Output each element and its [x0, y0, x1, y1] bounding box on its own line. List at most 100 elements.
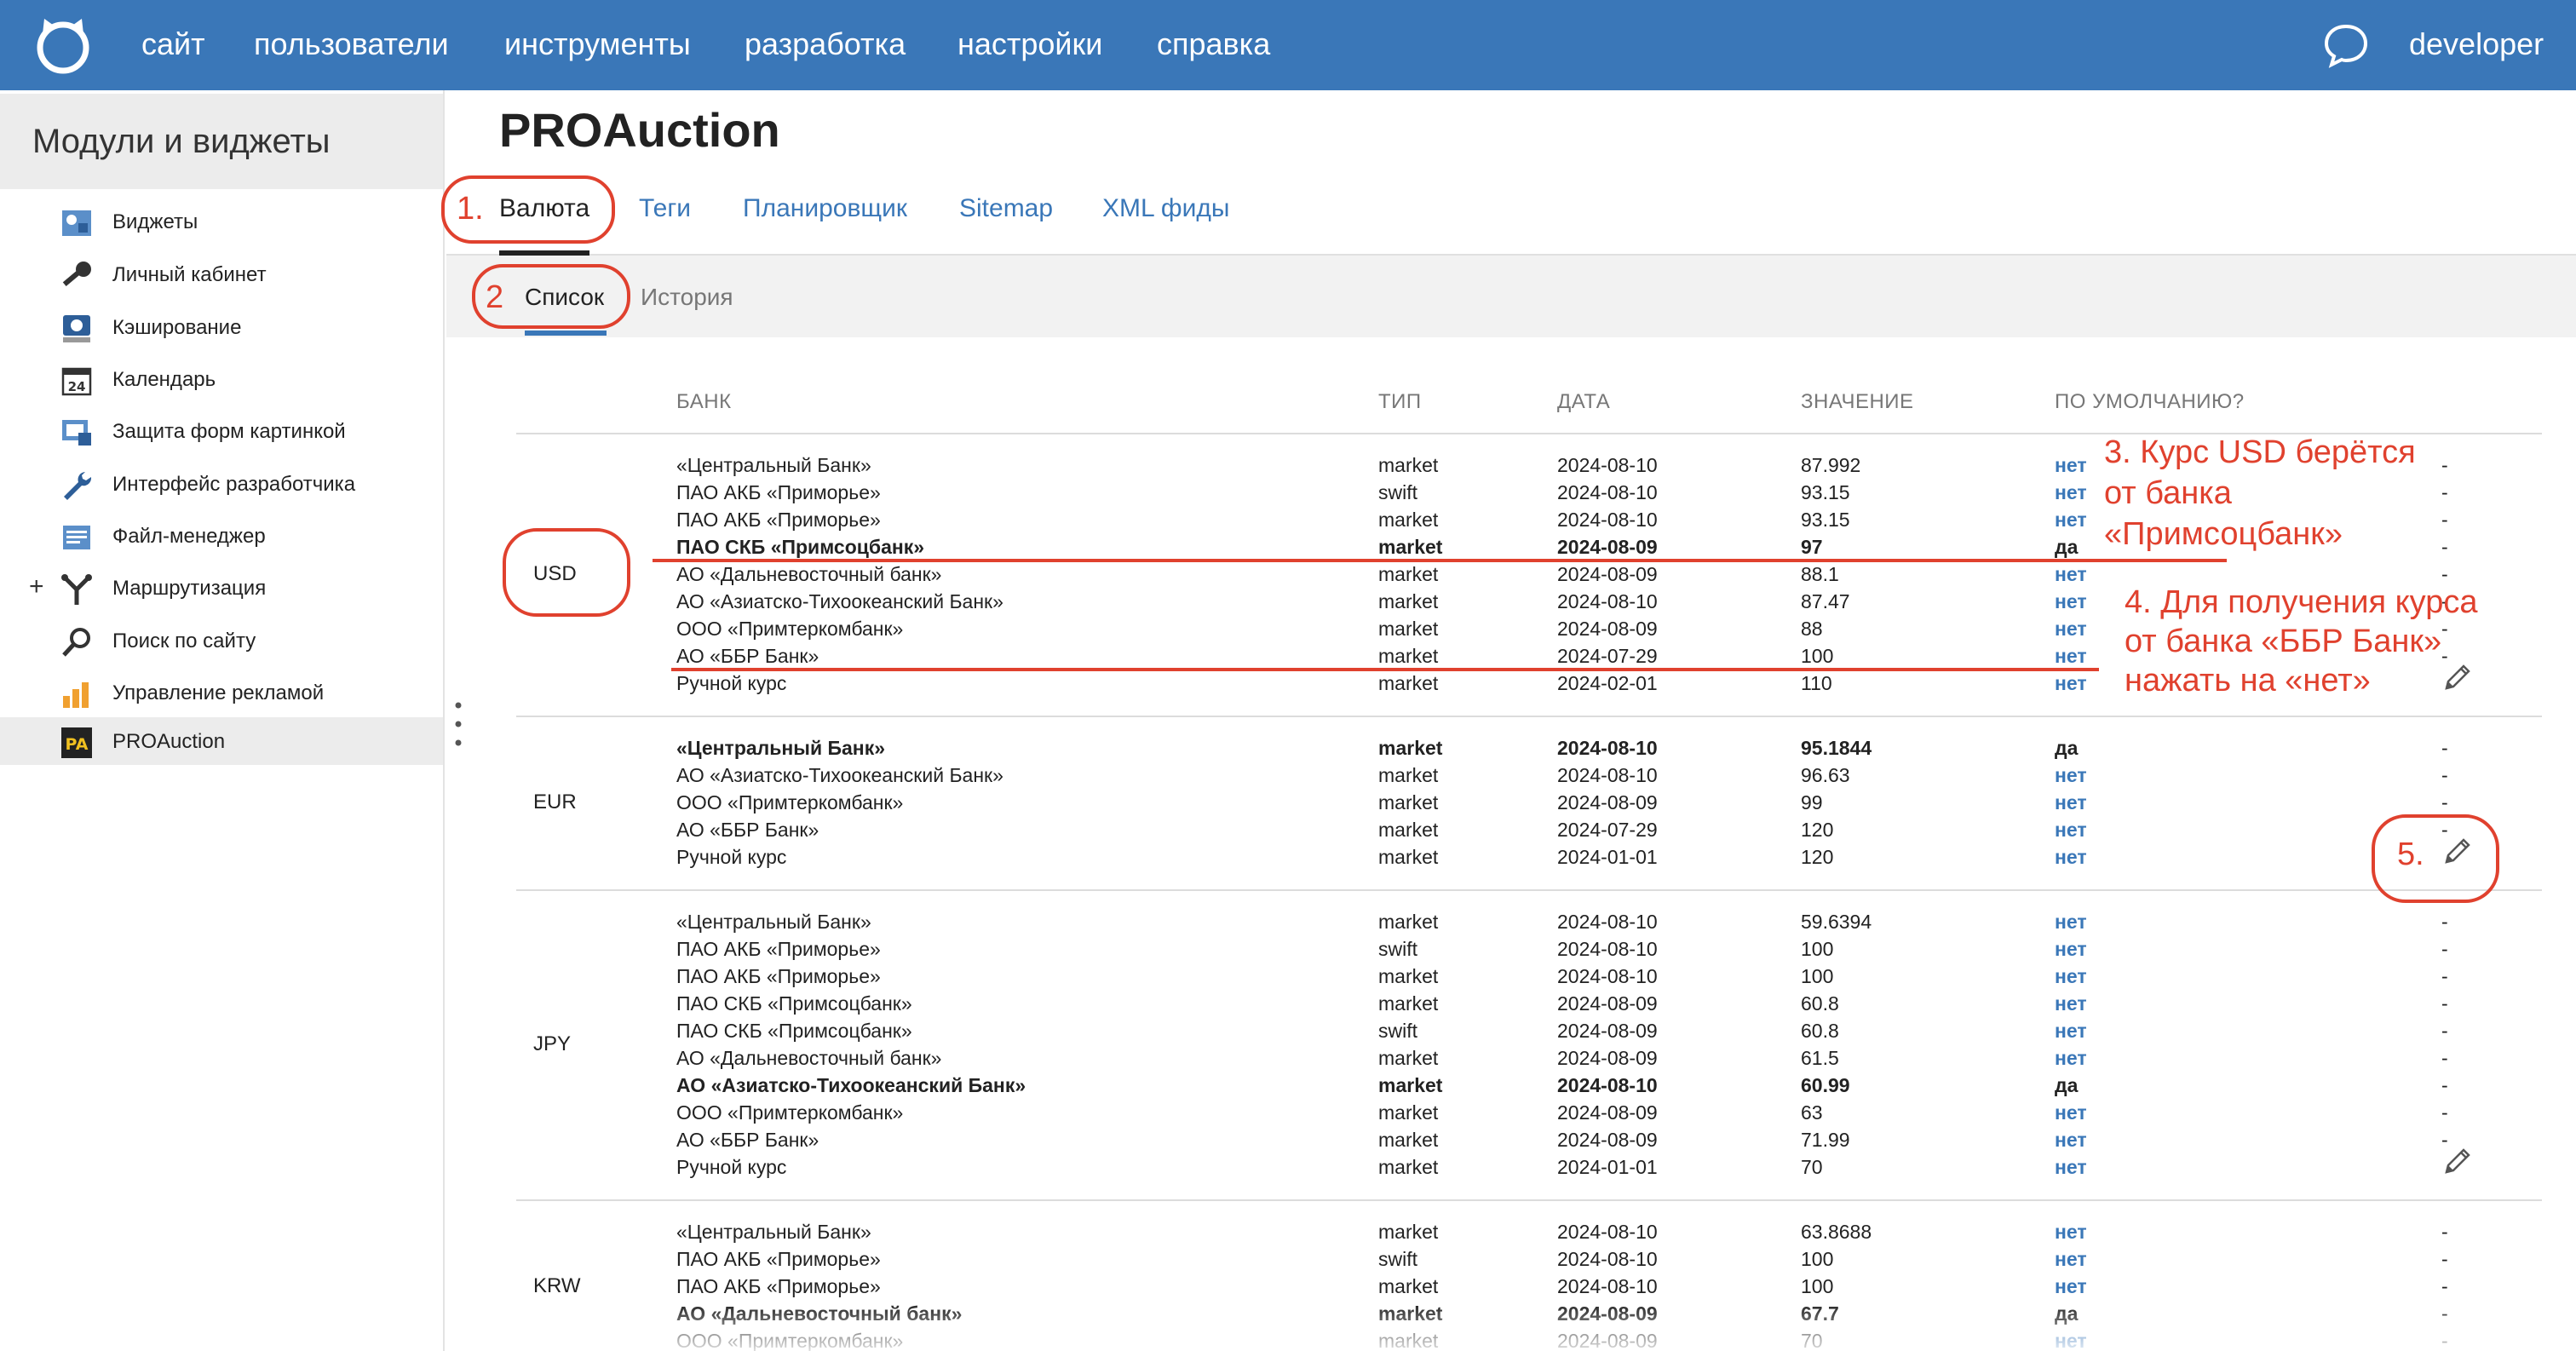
nav-users[interactable]: пользователи: [254, 26, 449, 63]
default-toggle[interactable]: нет: [2055, 1273, 2087, 1300]
annotation-circle-edit: [2372, 814, 2499, 903]
bank-cell: АО «Дальневосточный банк»: [676, 563, 942, 585]
sidebar-item-caching[interactable]: Кэширование: [0, 303, 443, 351]
default-toggle[interactable]: нет: [2055, 479, 2087, 506]
default-toggle[interactable]: нет: [2055, 506, 2087, 533]
nav-help[interactable]: справка: [1157, 26, 1270, 63]
value-cell: 100: [1801, 1248, 1834, 1270]
default-toggle[interactable]: нет: [2055, 843, 2087, 871]
sidebar-item-widgets[interactable]: Виджеты: [0, 198, 443, 245]
bank-cell: «Центральный Банк»: [676, 911, 871, 933]
default-toggle[interactable]: нет: [2055, 908, 2087, 935]
default-toggle[interactable]: нет: [2055, 615, 2087, 642]
bank-cell: ПАО АКБ «Приморье»: [676, 1248, 881, 1270]
subtab-history[interactable]: История: [641, 283, 733, 312]
expand-icon[interactable]: +: [29, 572, 44, 601]
default-toggle[interactable]: нет: [2055, 789, 2087, 816]
date-cell: 2024-08-10: [1557, 938, 1658, 960]
default-toggle[interactable]: нет: [2055, 935, 2087, 963]
sidebar-item-routing[interactable]: + Маршрутизация: [0, 564, 443, 612]
tab-xml-feeds[interactable]: XML фиды: [1102, 193, 1229, 225]
table-row: ПАО АКБ «Приморье» market 2024-08-10 100 нет…: [516, 963, 2542, 990]
sidebar-item-dev-interface[interactable]: Интерфейс разработчика: [0, 460, 443, 508]
default-toggle[interactable]: нет: [2055, 1126, 2087, 1153]
table-row: АО «Азиатско-Тихоокеанский Банк» market 20…: [516, 1072, 2542, 1099]
type-cell: market: [1378, 764, 1439, 786]
chat-icon[interactable]: [2322, 22, 2370, 68]
nav-development[interactable]: разработка: [745, 26, 906, 63]
edit-pencil-icon[interactable]: [2440, 661, 2474, 695]
table-row: ПАО СКБ «Примсоцбанк» swift 2024-08-09 60.8…: [516, 1017, 2542, 1044]
sidebar-resize-handle[interactable]: [455, 700, 462, 748]
user-menu[interactable]: developer: [2409, 26, 2544, 63]
default-toggle[interactable]: нет: [2055, 451, 2087, 479]
tab-scheduler[interactable]: Планировщик: [743, 193, 907, 225]
sidebar-header: Модули и виджеты: [0, 94, 443, 189]
table-row: АО «Дальневосточный банк» market 2024-08-0…: [516, 1044, 2542, 1072]
sidebar-item-calendar[interactable]: 24 Календарь: [0, 355, 443, 403]
sidebar-item-captcha[interactable]: Защита форм картинкой: [0, 407, 443, 455]
table-row: АО «ББР Банк» market 2024-08-09 71.99 нет -: [516, 1126, 2542, 1153]
default-toggle[interactable]: нет: [2055, 762, 2087, 789]
default-toggle[interactable]: нет: [2055, 588, 2087, 615]
bank-cell: Ручной курс: [676, 1156, 787, 1178]
bank-cell: «Центральный Банк»: [676, 454, 871, 476]
sidebar-item-proauction[interactable]: PA PROAuction: [0, 717, 443, 765]
nav-tools[interactable]: инструменты: [504, 26, 691, 63]
default-toggle[interactable]: нет: [2055, 642, 2087, 670]
default-toggle[interactable]: нет: [2055, 1099, 2087, 1126]
default-toggle[interactable]: нет: [2055, 963, 2087, 990]
type-cell: market: [1378, 737, 1443, 759]
type-cell: market: [1378, 1156, 1439, 1178]
column-header-date: ДАТА: [1557, 390, 1611, 413]
default-toggle[interactable]: нет: [2055, 1218, 2087, 1245]
default-toggle[interactable]: нет: [2055, 816, 2087, 843]
default-toggle[interactable]: нет: [2055, 670, 2087, 697]
table-row: Ручной курс market 2024-01-01 120 нет: [516, 843, 2542, 871]
value-cell: 71.99: [1801, 1129, 1850, 1151]
nav-settings[interactable]: настройки: [957, 26, 1102, 63]
default-toggle[interactable]: нет: [2055, 1044, 2087, 1072]
default-toggle[interactable]: нет: [2055, 1017, 2087, 1044]
proauction-icon: PA: [61, 727, 92, 758]
date-cell: 2024-08-10: [1557, 454, 1658, 476]
bank-cell: ПАО СКБ «Примсоцбанк»: [676, 536, 925, 558]
sidebar-item-ads[interactable]: Управление рекламой: [0, 669, 443, 716]
default-toggle[interactable]: нет: [2055, 1153, 2087, 1181]
value-cell: 100: [1801, 645, 1834, 667]
default-toggle[interactable]: нет: [2055, 990, 2087, 1017]
type-cell: swift: [1378, 481, 1417, 503]
type-cell: swift: [1378, 1248, 1417, 1270]
tab-tags[interactable]: Теги: [639, 193, 691, 225]
bank-cell: АО «ББР Банк»: [676, 819, 819, 841]
column-header-type: ТИП: [1378, 390, 1422, 413]
value-cell: 59.6394: [1801, 911, 1872, 933]
date-cell: 2024-08-10: [1557, 1248, 1658, 1270]
date-cell: 2024-01-01: [1557, 846, 1658, 868]
date-cell: 2024-08-09: [1557, 1047, 1658, 1069]
column-header-bank: БАНК: [676, 390, 732, 413]
date-cell: 2024-08-10: [1557, 1221, 1658, 1243]
value-cell: 88.1: [1801, 563, 1839, 585]
table-row: ООО «Примтеркомбанк» market 2024-08-09 63 не…: [516, 1099, 2542, 1126]
default-toggle: да: [2055, 536, 2079, 558]
sidebar-item-site-search[interactable]: Поиск по сайту: [0, 617, 443, 664]
date-cell: 2024-08-10: [1557, 965, 1658, 987]
sidebar-item-file-manager[interactable]: Файл-менеджер: [0, 512, 443, 560]
bank-cell: ПАО АКБ «Приморье»: [676, 938, 881, 960]
default-toggle[interactable]: нет: [2055, 561, 2087, 588]
type-cell: market: [1378, 509, 1439, 531]
logo-icon[interactable]: [32, 15, 94, 75]
nav-site[interactable]: сайт: [141, 26, 205, 63]
value-cell: 93.15: [1801, 481, 1850, 503]
edit-pencil-icon[interactable]: [2440, 1145, 2474, 1179]
default-toggle[interactable]: нет: [2055, 1245, 2087, 1273]
group-separator: [516, 1199, 2542, 1201]
date-cell: 2024-08-10: [1557, 911, 1658, 933]
annotation-step-3-line-2: от банка: [2104, 475, 2232, 511]
sidebar-item-account[interactable]: Личный кабинет: [0, 250, 443, 298]
tab-sitemap[interactable]: Sitemap: [959, 193, 1053, 225]
value-cell: 99: [1801, 791, 1823, 813]
bank-cell: ПАО АКБ «Приморье»: [676, 481, 881, 503]
sidebar-item-label: Защита форм картинкой: [112, 420, 346, 443]
